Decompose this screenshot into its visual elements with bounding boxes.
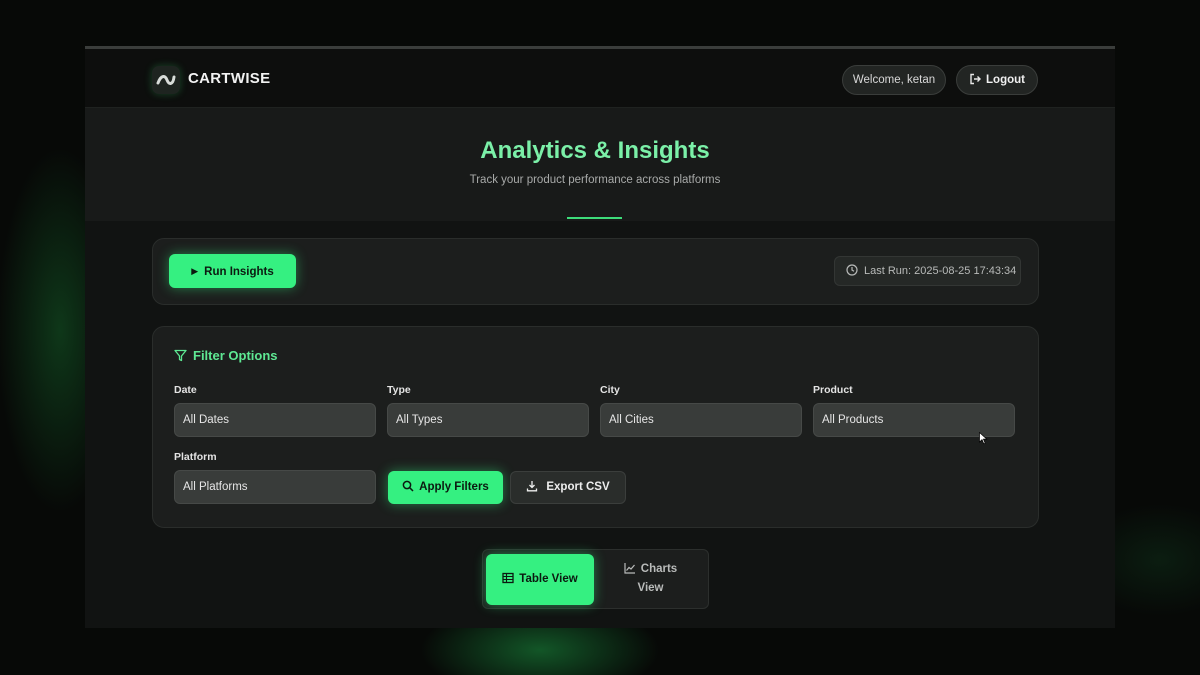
logo-icon[interactable] [152,66,180,94]
run-insights-button[interactable]: ▶ Run Insights [169,254,296,288]
filter-title-label: Filter Options [193,348,278,363]
last-run-text: Last Run: 2025-08-25 17:43:34 [864,265,1017,277]
date-label: Date [174,384,197,396]
funnel-icon [174,349,187,365]
table-icon [502,556,514,607]
type-label: Type [387,384,411,396]
logout-icon [969,68,982,96]
clock-icon [846,259,858,287]
city-select[interactable]: All Cities [600,403,802,437]
charts-view-button[interactable]: Charts View [603,561,698,601]
platform-label: Platform [174,451,217,463]
search-icon [402,473,414,506]
apply-filters-button[interactable]: Apply Filters [388,471,503,504]
top-navbar: CARTWISE Welcome, ketan Logout [85,49,1115,108]
last-run-badge: Last Run: 2025-08-25 17:43:34 [834,256,1021,286]
brand-name[interactable]: CARTWISE [188,70,270,87]
page-subtitle: Track your product performance across pl… [469,174,721,186]
export-csv-label: Export CSV [546,481,610,493]
filter-panel: Filter Options Date All Dates Type All T… [152,326,1039,528]
play-icon: ▶ [191,266,199,276]
filter-title: Filter Options [174,348,278,365]
product-label: Product [813,384,853,396]
app-window: CARTWISE Welcome, ketan Logout Analytics… [85,46,1115,628]
city-label: City [600,384,620,396]
page-title: Analytics & Insights [480,137,710,164]
logout-label: Logout [986,74,1025,86]
date-select[interactable]: All Dates [174,403,376,437]
table-view-label: Table View [519,573,578,585]
logout-button[interactable]: Logout [956,65,1038,95]
run-insights-label: Run Insights [204,266,274,278]
type-select[interactable]: All Types [387,403,589,437]
charts-view-label-line2: View [637,582,664,594]
hero-section: Analytics & Insights Track your product … [85,108,1115,221]
download-icon [526,474,538,505]
view-toggle: Table View Charts View [482,549,709,609]
charts-view-label-line1: Charts [640,563,678,575]
platform-select[interactable]: All Platforms [174,470,376,504]
welcome-badge: Welcome, ketan [842,65,946,95]
line-chart-icon [624,562,636,580]
table-view-button[interactable]: Table View [486,554,594,605]
export-csv-button[interactable]: Export CSV [510,471,626,504]
mouse-cursor-icon [979,431,988,450]
title-underline [567,217,622,219]
apply-filters-label: Apply Filters [419,481,489,493]
run-insights-panel: ▶ Run Insights Last Run: 2025-08-25 17:43… [152,238,1039,305]
